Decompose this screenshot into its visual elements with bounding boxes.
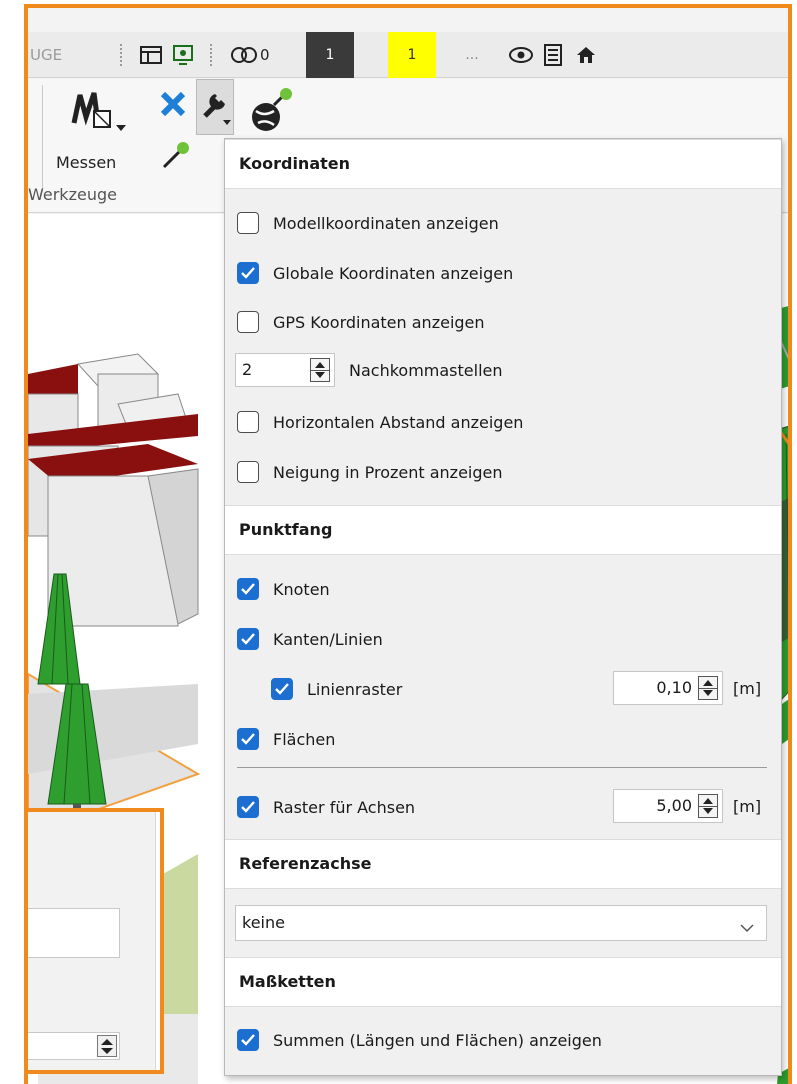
checkbox-snap-edges[interactable] — [237, 628, 259, 650]
divider — [237, 767, 767, 768]
checkbox-line-grid[interactable] — [271, 678, 293, 700]
reference-axis-select[interactable]: keine — [235, 905, 767, 941]
option-snap-faces[interactable]: Flächen — [225, 724, 781, 754]
toolbar-separator — [210, 44, 212, 66]
line-grid-spinbox[interactable]: 0,10 — [613, 671, 723, 705]
option-slope-percent[interactable]: Neigung in Prozent anzeigen — [225, 457, 781, 487]
spin-up-down-icon[interactable] — [698, 794, 718, 818]
chevron-down-icon — [740, 918, 754, 937]
option-snap-nodes[interactable]: Knoten — [225, 574, 781, 604]
label-gps-coordinates: GPS Koordinaten anzeigen — [273, 312, 485, 332]
option-snap-edges[interactable]: Kanten/Linien — [225, 624, 781, 654]
spin-up-down-icon[interactable] — [310, 358, 330, 382]
label-line-grid: Linienraster — [307, 679, 403, 699]
home-icon[interactable] — [576, 32, 596, 78]
label-horizontal-distance: Horizontalen Abstand anzeigen — [273, 412, 524, 432]
measure-tool-label[interactable]: Messen — [56, 153, 116, 172]
globe-pin-icon[interactable] — [244, 87, 300, 141]
side-dialog — [28, 808, 164, 1074]
list-icon[interactable] — [544, 32, 562, 78]
checkbox-snap-nodes[interactable] — [237, 578, 259, 600]
pin-point-icon[interactable] — [162, 141, 192, 173]
application-window: UGE 0 1 1 ... Messen Werkzeuge Koordinat… — [24, 4, 792, 1084]
top-toolbar: UGE 0 1 1 ... — [28, 32, 788, 78]
axis-grid-spinbox[interactable]: 5,00 — [613, 789, 723, 823]
side-dialog-spinbox[interactable] — [28, 1032, 120, 1060]
axis-grid-value: 5,00 — [656, 796, 692, 815]
label-decimals: Nachkommastellen — [349, 361, 503, 380]
label-sums: Summen (Längen und Flächen) anzeigen — [273, 1030, 602, 1050]
reference-axis-value: keine — [242, 913, 285, 932]
section-header-coordinates: Koordinaten — [225, 139, 781, 189]
eye-icon[interactable] — [508, 32, 534, 78]
link-rings-icon[interactable] — [230, 32, 260, 78]
option-horizontal-distance[interactable]: Horizontalen Abstand anzeigen — [225, 407, 781, 437]
more-pages[interactable]: ... — [448, 32, 496, 78]
checkbox-sums[interactable] — [237, 1029, 259, 1051]
checkbox-slope-percent[interactable] — [237, 461, 259, 483]
label-snap-faces: Flächen — [273, 729, 336, 749]
delete-measure-icon[interactable] — [160, 91, 186, 121]
option-model-coordinates[interactable]: Modellkoordinaten anzeigen — [225, 208, 781, 238]
toolbar-left-text: UGE — [30, 46, 63, 64]
checkbox-gps-coordinates[interactable] — [237, 311, 259, 333]
side-dialog-input[interactable] — [28, 908, 120, 958]
label-slope-percent: Neigung in Prozent anzeigen — [273, 462, 503, 482]
option-gps-coordinates[interactable]: GPS Koordinaten anzeigen — [225, 307, 781, 337]
spin-up-down-icon[interactable] — [698, 676, 718, 700]
ribbon-separator — [42, 85, 43, 190]
checkbox-global-coordinates[interactable] — [237, 262, 259, 284]
spin-up-down-icon[interactable] — [97, 1035, 117, 1057]
line-grid-value: 0,10 — [656, 678, 692, 697]
label-global-coordinates: Globale Koordinaten anzeigen — [273, 263, 514, 283]
label-axis-grid: Raster für Achsen — [273, 797, 416, 817]
axis-grid-unit: [m] — [733, 797, 762, 816]
label-snap-nodes: Knoten — [273, 579, 330, 599]
label-snap-edges: Kanten/Linien — [273, 629, 383, 649]
settings-wrench-icon[interactable] — [196, 79, 234, 135]
option-global-coordinates[interactable]: Globale Koordinaten anzeigen — [225, 258, 781, 288]
page-indicator-dark[interactable]: 1 — [306, 32, 354, 78]
label-model-coordinates: Modellkoordinaten anzeigen — [273, 213, 499, 233]
link-count: 0 — [260, 46, 270, 64]
option-sums[interactable]: Summen (Längen und Flächen) anzeigen — [225, 1025, 781, 1055]
measure-settings-dropdown: Koordinaten Modellkoordinaten anzeigen G… — [224, 138, 782, 1076]
checkbox-axis-grid[interactable] — [237, 796, 259, 818]
section-header-reference-axis: Referenzachse — [225, 839, 781, 889]
checkbox-model-coordinates[interactable] — [237, 212, 259, 234]
toolbar-separator — [120, 44, 122, 66]
ribbon-group-label: Werkzeuge — [28, 185, 117, 204]
measure-tool-icon[interactable] — [70, 87, 132, 139]
section-header-dimension-chains: Maßketten — [225, 957, 781, 1007]
screen-capture-icon[interactable] — [172, 32, 194, 78]
checkbox-horizontal-distance[interactable] — [237, 411, 259, 433]
decimals-value: 2 — [242, 360, 253, 379]
checkbox-snap-faces[interactable] — [237, 728, 259, 750]
side-dialog-body — [28, 812, 156, 1070]
decimals-spinbox[interactable]: 2 — [235, 353, 335, 387]
panel-layout-icon[interactable] — [140, 32, 162, 78]
line-grid-unit: [m] — [733, 679, 762, 698]
page-indicator-yellow[interactable]: 1 — [388, 32, 436, 78]
section-header-snap: Punktfang — [225, 505, 781, 555]
